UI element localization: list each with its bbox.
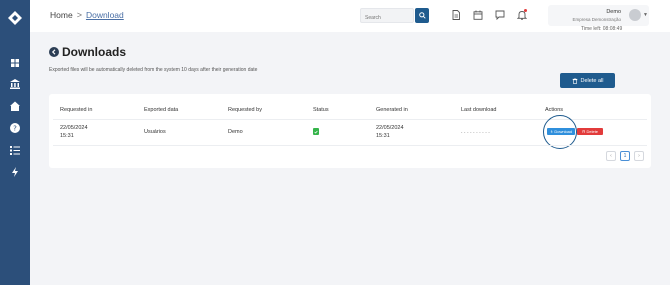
search-icon xyxy=(418,12,426,19)
click-highlight-circle xyxy=(543,115,577,149)
trash-icon xyxy=(582,130,586,134)
column-header-requested-by: Requested by xyxy=(228,107,262,113)
column-header-last-download: Last download xyxy=(461,107,497,113)
cell-generated-time: 15:31 xyxy=(376,133,390,139)
home-icon[interactable] xyxy=(9,100,21,112)
avatar xyxy=(629,9,641,21)
help-icon[interactable]: ? xyxy=(9,122,21,134)
session-time-left: Time left: 08:08:49 xyxy=(581,26,623,32)
top-header: Home > Download Demo Empresa Demonstraçã… xyxy=(30,0,670,32)
checklist-icon[interactable] xyxy=(9,144,21,156)
cell-generated-date: 22/05/2024 xyxy=(376,125,404,131)
delete-button[interactable]: Delete xyxy=(577,128,603,135)
cell-exported-data: Usuários xyxy=(144,129,166,135)
user-name: Demo xyxy=(606,9,621,15)
column-header-exported-data: Exported data xyxy=(144,107,179,113)
cell-requested-time: 15:31 xyxy=(60,133,74,139)
lightning-icon[interactable] xyxy=(9,166,21,178)
breadcrumb-separator: > xyxy=(76,10,82,20)
delete-all-button[interactable]: Delete all xyxy=(560,73,615,88)
bell-icon[interactable] xyxy=(517,9,527,20)
column-header-generated-in: Generated in xyxy=(376,107,408,113)
chat-icon[interactable] xyxy=(495,10,505,20)
column-header-requested-in: Requested in xyxy=(60,107,93,113)
trash-icon xyxy=(572,77,577,84)
pagination-prev[interactable]: ‹ xyxy=(606,151,616,161)
cell-last-download: - - - - - - - - - - xyxy=(461,129,491,134)
sidebar: ? xyxy=(0,0,30,285)
column-header-actions: Actions xyxy=(545,107,564,113)
chevron-down-icon: ▼ xyxy=(643,12,648,18)
svg-text:?: ? xyxy=(13,125,17,133)
user-menu[interactable]: Demo Empresa Demonstração ▼ xyxy=(548,5,649,26)
cell-requested-by: Demo xyxy=(228,129,243,135)
notification-badge xyxy=(524,9,527,12)
retention-info: Exported files will be automatically del… xyxy=(49,67,258,73)
pagination-page-1[interactable]: 1 xyxy=(620,151,630,161)
search-button[interactable] xyxy=(415,8,429,23)
page-title: Downloads xyxy=(62,45,127,59)
check-icon xyxy=(314,130,318,134)
pagination-next[interactable]: › xyxy=(634,151,644,161)
delete-label: Delete xyxy=(586,129,599,134)
document-icon[interactable] xyxy=(451,10,461,20)
user-company: Empresa Demonstração xyxy=(572,17,621,22)
column-header-status: Status xyxy=(313,107,329,113)
delete-all-label: Delete all xyxy=(580,77,604,84)
cell-requested-date: 22/05/2024 xyxy=(60,125,88,131)
grid-icon[interactable] xyxy=(9,57,21,69)
search-input[interactable] xyxy=(360,8,414,23)
calendar-icon[interactable] xyxy=(473,10,483,20)
breadcrumb: Home > Download xyxy=(50,10,124,20)
status-badge xyxy=(313,128,319,135)
row-divider xyxy=(53,145,647,146)
chevron-left-icon xyxy=(51,49,56,55)
back-button[interactable] xyxy=(49,47,59,57)
breadcrumb-home[interactable]: Home xyxy=(50,10,73,20)
breadcrumb-current[interactable]: Download xyxy=(86,10,124,20)
logo-icon[interactable] xyxy=(8,11,22,25)
bank-icon[interactable] xyxy=(9,78,21,90)
